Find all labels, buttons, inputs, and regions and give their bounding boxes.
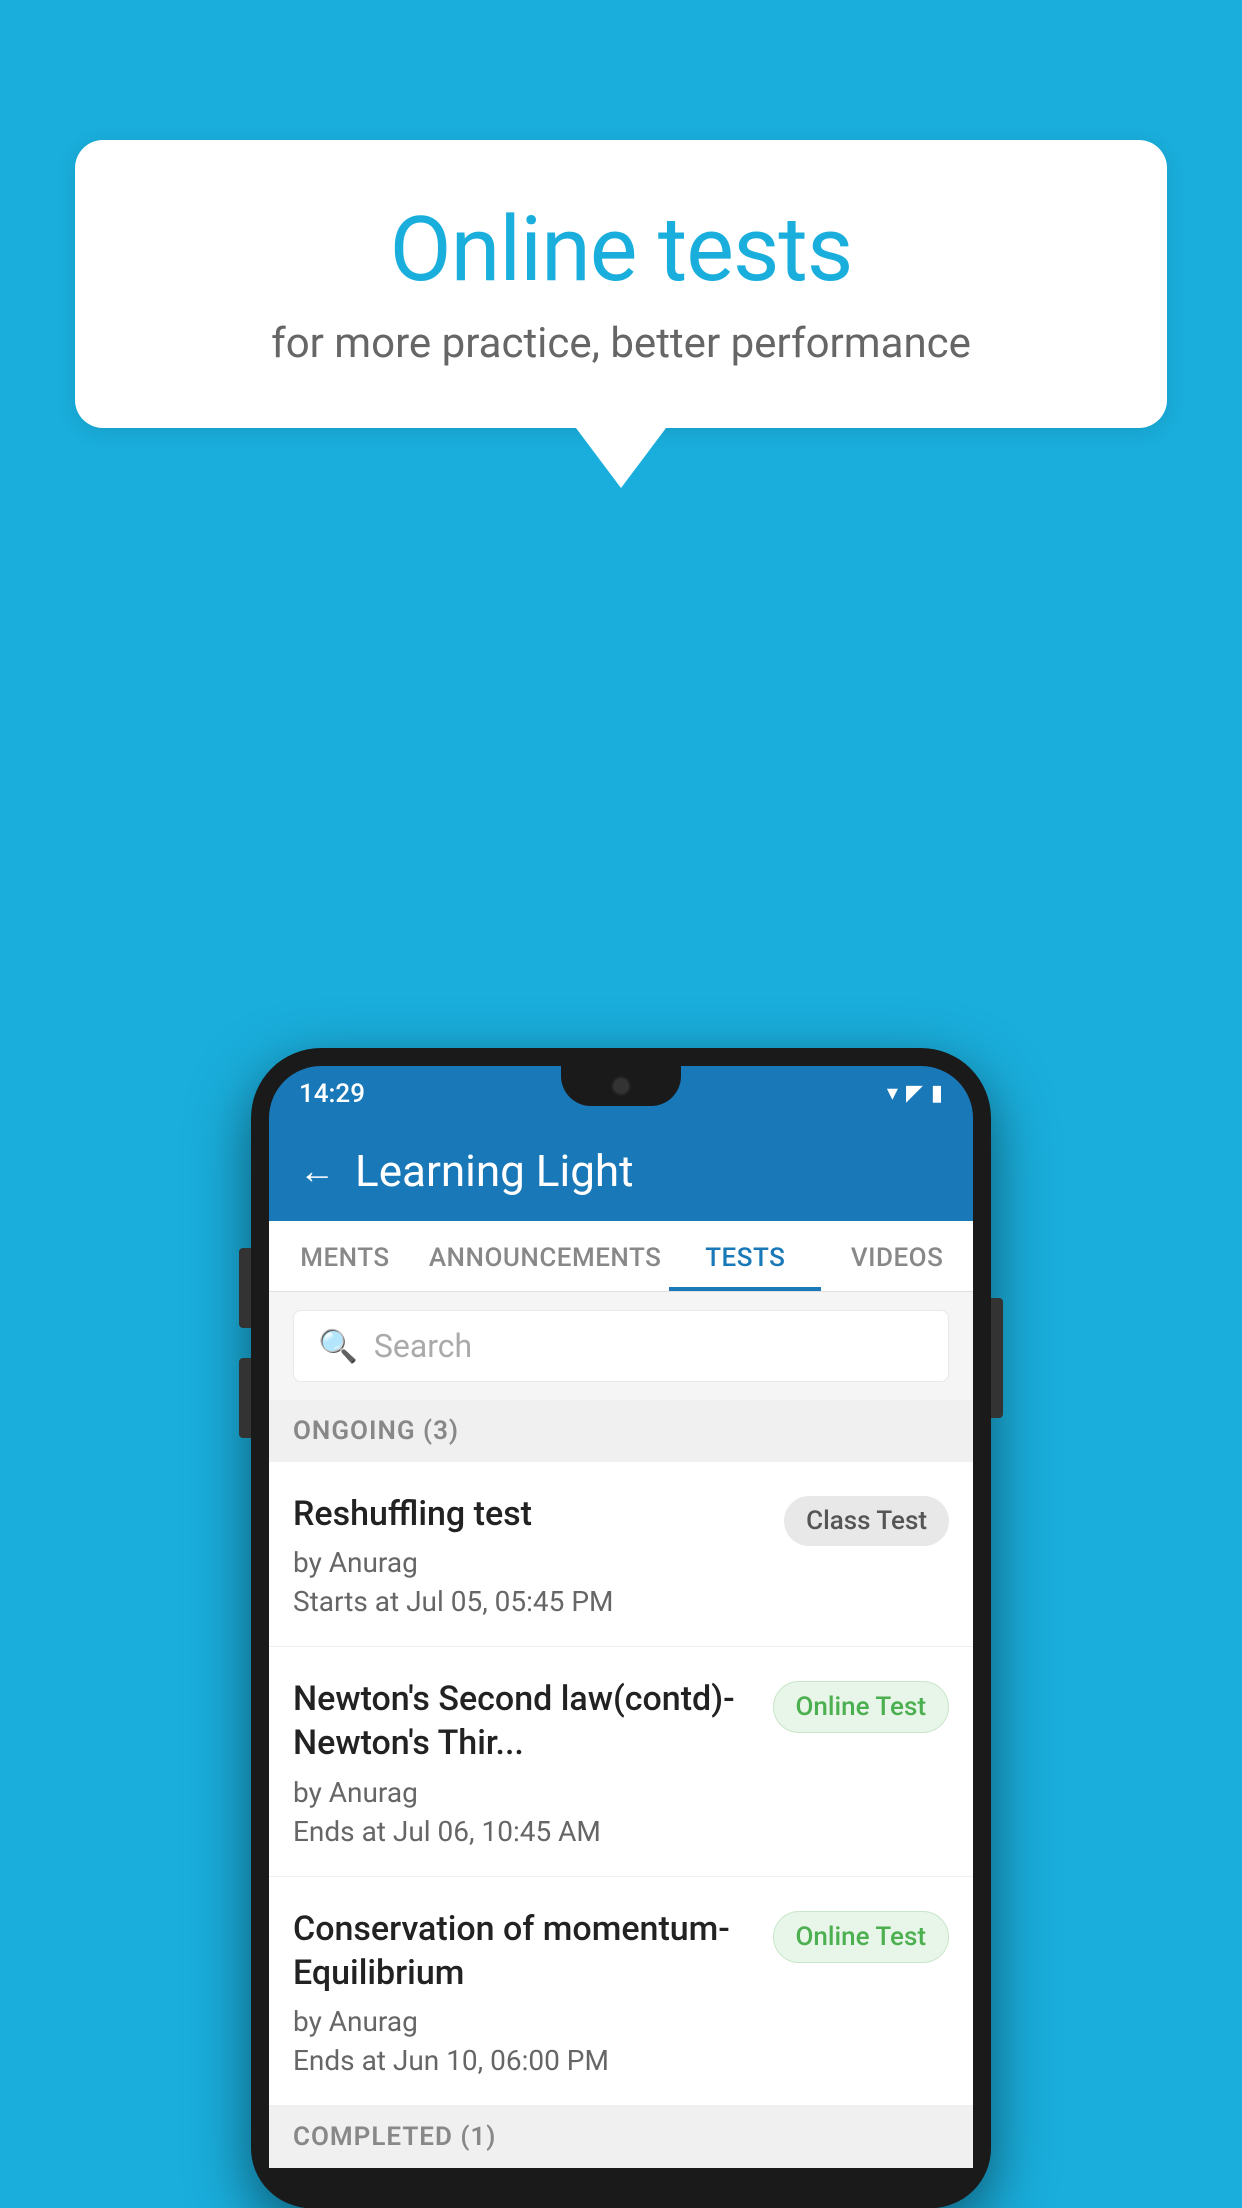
volume-up-button [239, 1248, 251, 1328]
badge-online-test-1: Online Test [773, 1681, 950, 1733]
phone-wrapper: 14:29 ▾ ◤ ▮ ← Learning Light MENTS [251, 1048, 991, 2208]
search-placeholder: Search [374, 1327, 472, 1365]
search-box[interactable]: 🔍 Search [293, 1310, 949, 1382]
tabs-bar: MENTS ANNOUNCEMENTS TESTS VIDEOS [269, 1221, 973, 1292]
tab-videos[interactable]: VIDEOS [821, 1221, 973, 1291]
phone-device: 14:29 ▾ ◤ ▮ ← Learning Light MENTS [251, 1048, 991, 2208]
test-by-newtons: by Anurag [293, 1776, 753, 1809]
wifi-icon: ▾ [887, 1081, 898, 1106]
test-time-conservation: Ends at Jun 10, 06:00 PM [293, 2044, 753, 2077]
phone-screen: ← Learning Light MENTS ANNOUNCEMENTS TES… [269, 1121, 973, 2168]
completed-section-header: COMPLETED (1) [269, 2106, 973, 2168]
tests-list: Reshuffling test by Anurag Starts at Jul… [269, 1462, 973, 2106]
front-camera [611, 1076, 631, 1096]
speech-bubble-subtitle: for more practice, better performance [155, 319, 1087, 368]
search-container: 🔍 Search [269, 1292, 973, 1400]
test-info-reshuffling: Reshuffling test by Anurag Starts at Jul… [293, 1492, 784, 1618]
tab-announcements[interactable]: ANNOUNCEMENTS [421, 1221, 670, 1291]
tab-tests[interactable]: TESTS [669, 1221, 821, 1291]
phone-bottom [269, 2168, 973, 2208]
test-item-newtons[interactable]: Newton's Second law(contd)-Newton's Thir… [269, 1647, 973, 1876]
signal-icon: ◤ [906, 1081, 923, 1106]
speech-bubble-tail [576, 428, 666, 488]
test-info-newtons: Newton's Second law(contd)-Newton's Thir… [293, 1677, 773, 1847]
test-item-conservation[interactable]: Conservation of momentum-Equilibrium by … [269, 1877, 973, 2106]
power-button [991, 1298, 1003, 1418]
badge-class-test: Class Test [784, 1496, 949, 1546]
test-name-reshuffling: Reshuffling test [293, 1492, 764, 1536]
app-title: Learning Light [355, 1145, 634, 1197]
test-by-reshuffling: by Anurag [293, 1546, 764, 1579]
status-time: 14:29 [299, 1079, 365, 1109]
search-icon: 🔍 [318, 1327, 358, 1365]
status-icons: ▾ ◤ ▮ [887, 1081, 943, 1106]
test-time-reshuffling: Starts at Jul 05, 05:45 PM [293, 1585, 764, 1618]
tab-ments[interactable]: MENTS [269, 1221, 421, 1291]
app-header: ← Learning Light [269, 1121, 973, 1221]
completed-section-title: COMPLETED (1) [293, 2122, 496, 2152]
test-name-newtons: Newton's Second law(contd)-Newton's Thir… [293, 1677, 753, 1765]
status-bar: 14:29 ▾ ◤ ▮ [269, 1066, 973, 1121]
test-time-newtons: Ends at Jul 06, 10:45 AM [293, 1815, 753, 1848]
speech-bubble-title: Online tests [155, 200, 1087, 299]
test-item-reshuffling[interactable]: Reshuffling test by Anurag Starts at Jul… [269, 1462, 973, 1647]
volume-down-button [239, 1358, 251, 1438]
test-info-conservation: Conservation of momentum-Equilibrium by … [293, 1907, 773, 2077]
badge-online-test-2: Online Test [773, 1911, 950, 1963]
speech-bubble: Online tests for more practice, better p… [75, 140, 1167, 428]
ongoing-section-header: ONGOING (3) [269, 1400, 973, 1462]
test-name-conservation: Conservation of momentum-Equilibrium [293, 1907, 753, 1995]
test-by-conservation: by Anurag [293, 2005, 753, 2038]
ongoing-section-title: ONGOING (3) [293, 1416, 459, 1446]
battery-icon: ▮ [931, 1081, 943, 1106]
back-button[interactable]: ← [299, 1150, 335, 1192]
speech-bubble-container: Online tests for more practice, better p… [75, 140, 1167, 488]
phone-notch [561, 1066, 681, 1106]
